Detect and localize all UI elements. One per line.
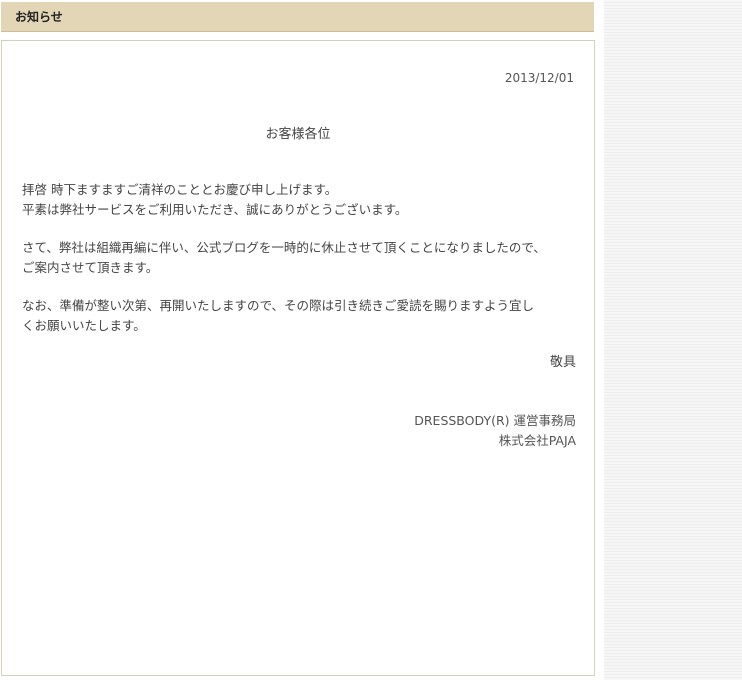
notice-line: くお願いいたします。 [22,318,146,333]
notice-line: さて、弊社は組織再編に伴い、公式ブログを一時的に休止させて頂くことになりましたの… [22,240,546,255]
notice-salutation: お客様各位 [265,127,331,142]
page: お知らせ 2013/12/01 お客様各位 拝啓 時下ますますご清祥のこととお慶… [0,0,742,680]
notice-paragraph-3: なお、準備が整い次第、再開いたしますので、その際は引き続きご愛読を賜りますよう宜… [22,296,578,336]
side-panel [604,0,742,680]
signature-organization: DRESSBODY(R) 運営事務局 [414,413,576,428]
notice-line: 平素は弊社サービスをご利用いただき、誠にありがとうございます。 [22,202,408,217]
notice-date: 2013/12/01 [504,71,574,85]
main-content: お知らせ 2013/12/01 お客様各位 拝啓 時下ますますご清祥のこととお慶… [0,0,596,680]
notice-line: ご案内させて頂きます。 [22,260,159,275]
notice-signature: DRESSBODY(R) 運営事務局 株式会社PAJA [414,411,576,451]
notice-box: 2013/12/01 お客様各位 拝啓 時下ますますご清祥のこととお慶び申し上げ… [1,40,595,676]
notice-paragraph-2: さて、弊社は組織再編に伴い、公式ブログを一時的に休止させて頂くことになりましたの… [22,238,578,278]
notice-header-bar: お知らせ [1,2,594,32]
signature-company: 株式会社PAJA [498,433,576,448]
notice-line: 拝啓 時下ますますご清祥のこととお慶び申し上げます。 [22,182,338,197]
notice-header-title: お知らせ [15,10,63,24]
notice-closing: 敬具 [549,355,576,370]
notice-paragraph-1: 拝啓 時下ますますご清祥のこととお慶び申し上げます。 平素は弊社サービスをご利用… [22,180,578,220]
notice-line: なお、準備が整い次第、再開いたしますので、その際は引き続きご愛読を賜りますよう宜… [22,298,535,313]
